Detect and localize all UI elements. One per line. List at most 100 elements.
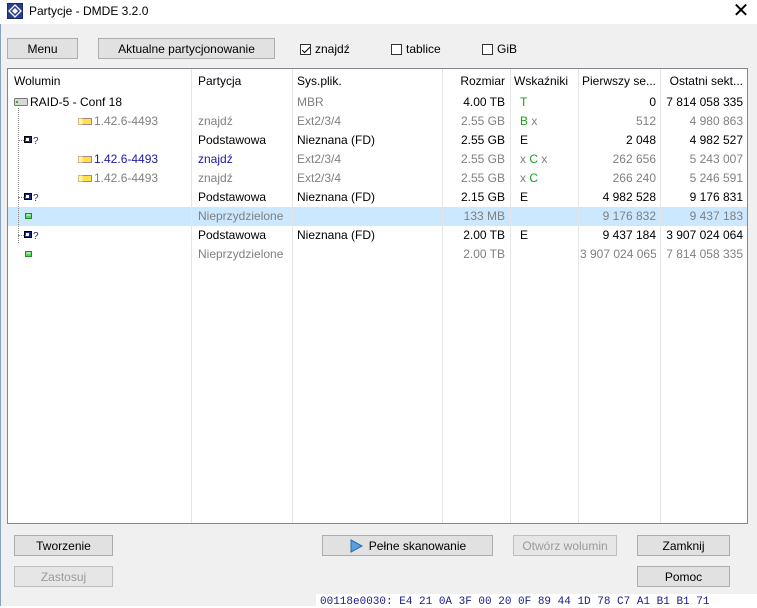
cell-volume [40,131,183,150]
column-header-volume[interactable]: Wolumin [14,69,189,93]
svg-text:?: ? [33,193,39,203]
table-row[interactable]: 1.42.6-4493 znajdź Ext2/3/4 2.55 GB 266 240 5… [8,169,747,188]
indicator-flag: E [520,133,529,147]
cell-filesystem: Nieznana (FD) [297,190,376,204]
indicator-flag: C [529,171,539,185]
table-row[interactable]: Nieprzydzielone 2.00 TB 3 907 024 065 7 814… [8,245,747,264]
menu-button[interactable]: Menu [7,38,78,59]
indicator-flag: x [528,114,538,128]
full-scan-label: Pełne skanowanie [368,538,467,553]
cell-indicators: T [520,93,576,112]
close-window-button[interactable]: ✕ [726,0,756,24]
cell-last-sector: 7 814 058 335 [666,247,743,261]
table-row[interactable]: ? Podstawowa Nieznana (FD) 2.55 GB 2 048 4 98… [8,131,747,150]
indicator-flag: x [520,152,530,166]
column-header-indicators[interactable]: Wskaźniki [514,69,576,93]
indicator-flag: C [529,152,539,166]
help-button[interactable]: Pomoc [637,566,730,587]
found-checkbox[interactable]: znajdź [300,42,350,56]
table-row[interactable]: ? Podstawowa Nieznana (FD) 2.15 GB 4 982 528… [8,188,747,207]
column-header-first-sector[interactable]: Pierwszy se... [580,69,656,93]
column-separator[interactable] [510,69,511,523]
table-row[interactable]: RAID-5 - Conf 18 MBR 4.00 TB 0 7 814 058 335… [8,93,747,112]
column-separator[interactable] [442,69,443,523]
cell-indicators [520,245,576,264]
cell-volume [40,188,183,207]
disk-icon [14,98,28,106]
table-row[interactable]: 1.42.6-4493 znajdź Ext2/3/4 2.55 GB 512 4 980… [8,112,747,131]
partition-icon: ? [24,231,39,241]
cell-volume [40,207,183,226]
cell-indicators: x C x [520,150,576,169]
table-row[interactable]: ? Podstawowa Nieznana (FD) 2.00 TB 9 437 184… [8,226,747,245]
cell-size: 2.55 GB [460,152,505,166]
partition-icon: ? [24,193,39,203]
gib-checkbox[interactable]: GiB [482,42,517,56]
cell-filesystem: Ext2/3/4 [297,171,342,185]
cell-size: 2.00 TB [463,228,505,242]
partitions-table[interactable]: Wolumin Partycja Sys.plik. Rozmiar Wskaźniki… [7,68,748,524]
cell-size: 2.55 GB [460,114,505,128]
cell-indicators: E [520,131,576,150]
cell-partition [198,93,293,112]
cell-last-sector: 7 814 058 335 [666,95,743,109]
cell-size: 2.00 TB [463,247,505,261]
current-partitioning-label: Aktualne partycjonowanie [118,41,255,56]
close-button[interactable]: Zamknij [637,535,730,556]
column-separator[interactable] [292,69,293,523]
background-hex-line: 00118e0030: E4 21 0A 3F 00 20 0F 89 44 1… [320,596,710,608]
cell-size: 2.55 GB [460,133,505,147]
create-button[interactable]: Tworzenie [14,535,113,556]
free-space-icon [25,251,32,257]
play-icon [350,538,363,553]
cell-last-sector: 9 176 831 [689,190,743,204]
cell-volume: 1.42.6-4493 [94,114,159,128]
cell-first-sector: 2 048 [625,133,656,147]
volume-icon [78,175,92,182]
cell-volume: 1.42.6-4493 [94,152,159,166]
cell-last-sector: 9 437 183 [689,209,743,223]
apply-button[interactable]: Zastosuj [14,566,113,587]
cell-partition: znajdź [198,114,233,128]
dmde-app-icon [7,3,23,19]
column-header-size[interactable]: Rozmiar [445,69,505,93]
table-row[interactable]: 1.42.6-4493 znajdź Ext2/3/4 2.55 GB 262 656 5… [8,150,747,169]
window-title: Partycje - DMDE 3.2.0 [29,4,149,18]
table-row[interactable]: Nieprzydzielone 133 MB 9 176 832 9 437 183 [8,207,747,226]
indicator-flag: B [520,114,529,128]
cell-filesystem [297,245,441,264]
gib-checkbox-box[interactable] [482,43,493,55]
full-scan-button[interactable]: Pełne skanowanie [322,535,493,556]
cell-volume [40,226,183,245]
column-header-partition[interactable]: Partycja [198,69,293,93]
cell-partition: Podstawowa [198,190,267,204]
column-separator[interactable] [191,69,192,523]
open-volume-button[interactable]: Otwórz wolumin [513,535,617,556]
tables-checkbox[interactable]: tablice [391,42,441,56]
indicator-flag: x [538,152,548,166]
column-header-last-sector[interactable]: Ostatni sekt... [662,69,743,93]
cell-indicators: B x [520,112,576,131]
column-separator[interactable] [660,69,661,523]
indicator-flag: x [520,171,530,185]
found-checkbox-box[interactable] [300,43,311,55]
cell-first-sector: 0 [649,95,656,109]
cell-partition: Nieprzydzielone [198,209,284,223]
svg-text:?: ? [33,231,39,241]
indicator-flag: E [520,228,529,242]
volume-icon [78,156,92,163]
tree-connector [18,197,26,198]
cell-first-sector: 266 240 [612,171,656,185]
column-header-filesystem[interactable]: Sys.plik. [297,69,441,93]
cell-first-sector: 9 176 832 [602,209,656,223]
tree-connector [18,235,26,236]
cell-first-sector: 262 656 [612,152,656,166]
cell-filesystem: Ext2/3/4 [297,152,342,166]
free-space-icon [25,213,32,219]
current-partitioning-button[interactable]: Aktualne partycjonowanie [98,38,275,59]
cell-last-sector: 4 982 527 [689,133,743,147]
title-bar: Partycje - DMDE 3.2.0 ✕ [0,0,757,24]
tables-checkbox-box[interactable] [391,43,402,55]
cell-indicators: x C [520,169,576,188]
column-separator[interactable] [578,69,579,523]
